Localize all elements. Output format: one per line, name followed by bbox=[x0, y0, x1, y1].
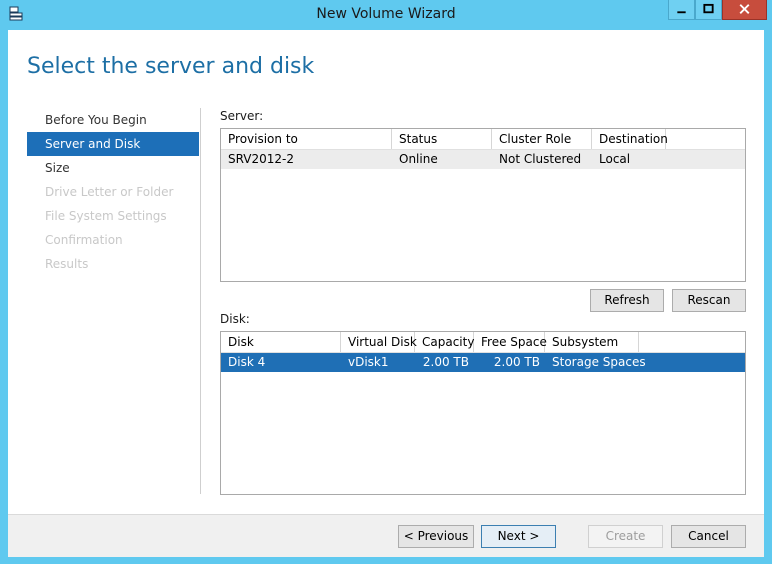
column-header-empty bbox=[666, 129, 745, 149]
minimize-icon bbox=[677, 11, 686, 14]
column-header-cluster-role[interactable]: Cluster Role bbox=[492, 129, 592, 149]
column-header-status[interactable]: Status bbox=[392, 129, 492, 149]
wizard-window: New Volume Wizard Select the server and … bbox=[0, 0, 772, 564]
rescan-button[interactable]: Rescan bbox=[672, 289, 746, 312]
disk-grid-header: Disk Virtual Disk Capacity Free Space Su… bbox=[221, 332, 745, 353]
create-button: Create bbox=[588, 525, 663, 548]
step-before-you-begin[interactable]: Before You Begin bbox=[27, 108, 199, 132]
close-button[interactable] bbox=[722, 0, 767, 20]
disk-grid: Disk Virtual Disk Capacity Free Space Su… bbox=[220, 331, 746, 495]
step-server-and-disk[interactable]: Server and Disk bbox=[27, 132, 199, 156]
server-label: Server: bbox=[220, 109, 264, 123]
cell-status: Online bbox=[399, 152, 438, 166]
window-title: New Volume Wizard bbox=[316, 6, 456, 22]
nav-divider bbox=[200, 108, 201, 494]
cancel-button[interactable]: Cancel bbox=[671, 525, 746, 548]
disk-row-selected[interactable]: Disk 4 vDisk1 2.00 TB 2.00 TB Storage Sp… bbox=[221, 353, 745, 372]
caption-buttons bbox=[668, 0, 767, 20]
server-grid: Provision to Status Cluster Role Destina… bbox=[220, 128, 746, 282]
maximize-icon bbox=[703, 3, 714, 14]
column-header-provision-to[interactable]: Provision to bbox=[221, 129, 392, 149]
column-header-empty bbox=[639, 332, 745, 352]
cell-provision-to: SRV2012-2 bbox=[228, 152, 295, 166]
title-bar[interactable]: New Volume Wizard bbox=[0, 0, 772, 28]
refresh-button[interactable]: Refresh bbox=[590, 289, 664, 312]
cell-destination: Local bbox=[599, 152, 631, 166]
column-header-free-space[interactable]: Free Space bbox=[474, 332, 547, 352]
column-header-subsystem[interactable]: Subsystem bbox=[545, 332, 639, 352]
wizard-steps-nav: Before You Begin Server and Disk Size Dr… bbox=[27, 108, 199, 276]
step-size[interactable]: Size bbox=[27, 156, 199, 180]
step-drive-letter: Drive Letter or Folder bbox=[45, 185, 174, 199]
maximize-button[interactable] bbox=[695, 0, 722, 20]
step-confirmation: Confirmation bbox=[45, 233, 123, 247]
disk-label: Disk: bbox=[220, 312, 250, 326]
cell-cluster-role: Not Clustered bbox=[499, 152, 582, 166]
previous-button[interactable]: < Previous bbox=[398, 525, 474, 548]
next-button[interactable]: Next > bbox=[481, 525, 556, 548]
cell-disk: Disk 4 bbox=[228, 355, 266, 369]
column-header-disk[interactable]: Disk bbox=[221, 332, 341, 352]
wizard-client-area: Select the server and disk Before You Be… bbox=[8, 30, 764, 557]
column-header-virtual-disk[interactable]: Virtual Disk bbox=[341, 332, 417, 352]
minimize-button[interactable] bbox=[668, 0, 695, 20]
step-results: Results bbox=[45, 257, 89, 271]
column-header-destination[interactable]: Destination bbox=[592, 129, 668, 149]
server-row[interactable]: SRV2012-2 Online Not Clustered Local bbox=[221, 150, 745, 169]
step-file-system-settings: File System Settings bbox=[45, 209, 167, 223]
cell-free-space: 2.00 TB bbox=[493, 355, 540, 369]
cell-virtual-disk: vDisk1 bbox=[348, 355, 389, 369]
page-title: Select the server and disk bbox=[27, 54, 315, 79]
server-grid-header: Provision to Status Cluster Role Destina… bbox=[221, 129, 745, 150]
close-icon bbox=[739, 4, 750, 14]
cell-capacity: 2.00 TB bbox=[422, 355, 469, 369]
wizard-footer: < Previous Next > Create Cancel bbox=[8, 514, 764, 557]
column-header-capacity[interactable]: Capacity bbox=[415, 332, 474, 352]
cell-subsystem: Storage Spaces bbox=[552, 355, 646, 369]
